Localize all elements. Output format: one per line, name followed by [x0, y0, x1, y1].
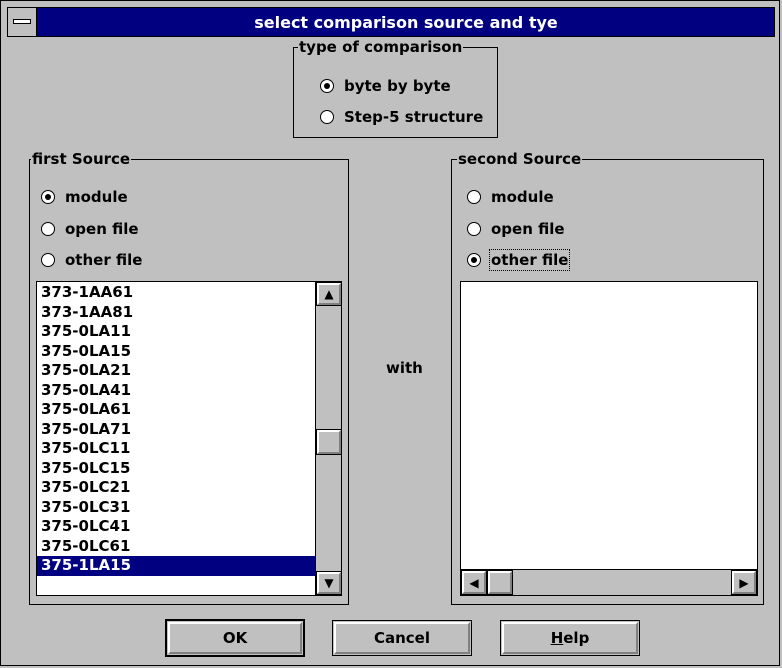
list-item[interactable]: 373-1AA81 — [37, 303, 315, 323]
radio-label: module — [491, 188, 554, 206]
list-item[interactable]: 375-0LC21 — [37, 478, 315, 498]
cancel-button[interactable]: Cancel — [332, 620, 472, 656]
second-radio-other-file[interactable]: other file — [467, 249, 571, 271]
radio-label: open file — [65, 220, 139, 238]
scroll-up-arrow-icon[interactable]: ▲ — [316, 282, 341, 306]
list-item[interactable]: 373-1AA61 — [37, 283, 315, 303]
radio-circle-icon — [320, 110, 334, 124]
radio-label: module — [65, 188, 128, 206]
list-item[interactable]: 375-0LA61 — [37, 400, 315, 420]
radio-circle-icon — [320, 79, 334, 93]
radio-label: other file — [65, 251, 143, 269]
scroll-down-arrow-icon[interactable]: ▼ — [316, 571, 341, 595]
first-radio-other-file[interactable]: other file — [41, 249, 142, 271]
title-bar[interactable]: select comparison source and tye — [7, 7, 775, 37]
list-item[interactable]: 375-0LC15 — [37, 459, 315, 479]
list-item[interactable]: 375-0LC61 — [37, 537, 315, 557]
list-item[interactable]: 375-0LC41 — [37, 517, 315, 537]
radio-circle-icon — [467, 253, 481, 267]
horizontal-scrollbar[interactable]: ◀ ▶ — [461, 569, 757, 595]
list-items-container: 373-1AA61 373-1AA81 375-0LA11 375-0LA15 … — [37, 283, 315, 576]
radio-circle-icon — [467, 190, 481, 204]
scroll-left-arrow-icon[interactable]: ◀ — [461, 570, 487, 595]
radio-step5-structure[interactable]: Step-5 structure — [320, 106, 483, 128]
radio-label: open file — [491, 220, 565, 238]
radio-label: other file — [488, 249, 571, 271]
second-source-label: second Source — [457, 149, 583, 169]
ok-button[interactable]: OK — [165, 619, 305, 657]
scroll-right-arrow-icon[interactable]: ▶ — [731, 570, 757, 595]
dialog-window: select comparison source and tye type of… — [0, 0, 780, 666]
help-label: Help — [550, 629, 590, 647]
list-item[interactable]: 375-0LA11 — [37, 322, 315, 342]
comparison-type-label: type of comparison — [298, 37, 464, 57]
list-item[interactable]: 375-0LA15 — [37, 342, 315, 362]
window-title: select comparison source and tye — [254, 13, 558, 32]
first-source-list[interactable]: 373-1AA61 373-1AA81 375-0LA11 375-0LA15 … — [36, 281, 342, 596]
radio-circle-icon — [41, 253, 55, 267]
first-radio-module[interactable]: module — [41, 186, 128, 208]
radio-byte-by-byte[interactable]: byte by byte — [320, 75, 451, 97]
list-item[interactable]: 375-0LC11 — [37, 439, 315, 459]
radio-label: Step-5 structure — [344, 108, 484, 126]
list-item[interactable]: 375-0LA71 — [37, 420, 315, 440]
system-menu-icon[interactable] — [7, 7, 37, 37]
list-item[interactable]: 375-0LA21 — [37, 361, 315, 381]
radio-circle-icon — [41, 222, 55, 236]
radio-label: byte by byte — [344, 77, 451, 95]
second-radio-open-file[interactable]: open file — [467, 218, 565, 240]
list-item[interactable]: 375-0LA41 — [37, 381, 315, 401]
first-source-label: first Source — [31, 149, 132, 169]
scroll-thumb[interactable] — [316, 429, 341, 455]
radio-circle-icon — [41, 190, 55, 204]
vertical-scrollbar[interactable]: ▲ ▼ — [315, 282, 341, 595]
with-label: with — [386, 359, 423, 377]
list-item[interactable]: 375-0LC31 — [37, 498, 315, 518]
radio-circle-icon — [467, 222, 481, 236]
first-radio-open-file[interactable]: open file — [41, 218, 139, 240]
scroll-thumb[interactable] — [487, 570, 513, 595]
second-source-list[interactable]: ◀ ▶ — [460, 281, 758, 596]
help-button[interactable]: Help — [500, 620, 640, 656]
list-item-selected[interactable]: 375-1LA15 — [37, 556, 315, 576]
second-radio-module[interactable]: module — [467, 186, 554, 208]
